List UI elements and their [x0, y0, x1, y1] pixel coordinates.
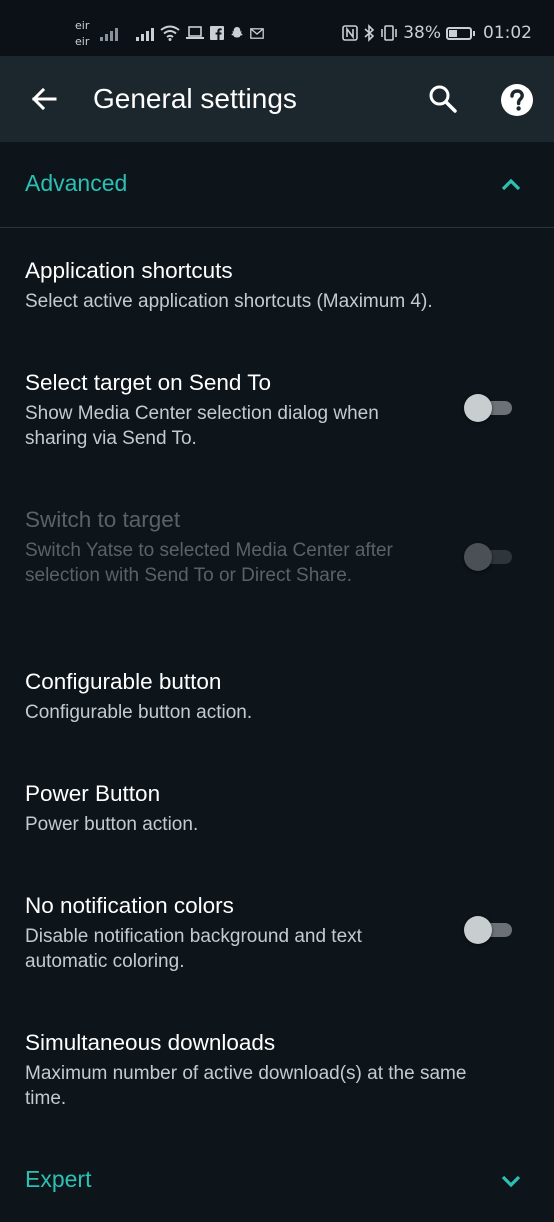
status-bar: eir eir 38% 01:02: [0, 0, 554, 56]
setting-summary: Disable notification background and text…: [25, 926, 362, 972]
battery-icon: [446, 26, 475, 40]
vibrate-icon: [381, 25, 398, 41]
setting-title: Power Button: [25, 781, 161, 806]
section-header-expert[interactable]: Expert: [0, 1138, 554, 1222]
setting-summary: Power button action.: [25, 814, 199, 835]
setting-summary: Select active application shortcuts (Max…: [25, 291, 433, 312]
notification-icons: [100, 23, 264, 43]
no-notification-colors-toggle[interactable]: [462, 914, 514, 946]
select-target-toggle[interactable]: [462, 392, 514, 424]
laptop-icon: [186, 26, 204, 39]
bluetooth-icon: [364, 24, 375, 42]
setting-title: Simultaneous downloads: [25, 1030, 276, 1055]
clock: 01:02: [483, 23, 532, 43]
signal-icon: [136, 25, 154, 41]
section-title-expert: Expert: [25, 1166, 92, 1192]
help-icon[interactable]: [500, 83, 534, 117]
section-divider: [0, 227, 554, 228]
section-title-advanced: Advanced: [25, 170, 128, 196]
carrier-labels: eir eir: [75, 18, 89, 50]
wifi-icon: [160, 25, 180, 41]
toggle-thumb: [464, 543, 492, 571]
facebook-icon: [210, 26, 224, 40]
back-arrow-icon[interactable]: [28, 83, 60, 115]
setting-title: No notification colors: [25, 893, 234, 918]
chevron-up-icon: [501, 178, 521, 191]
app-bar: General settings: [0, 56, 554, 142]
signal-icon: [100, 25, 118, 41]
setting-summary: Configurable button action.: [25, 702, 253, 723]
setting-title: Configurable button: [25, 669, 222, 694]
switch-to-target-toggle: [462, 541, 514, 573]
chevron-down-icon: [501, 1175, 521, 1188]
toggle-thumb: [464, 394, 492, 422]
setting-summary: Maximum number of active download(s) at …: [25, 1063, 467, 1109]
mail-icon: [250, 27, 264, 39]
page-title: General settings: [93, 83, 297, 114]
carrier-1-label: eir: [75, 19, 90, 32]
toggle-thumb: [464, 916, 492, 944]
setting-title: Application shortcuts: [25, 258, 233, 283]
setting-summary: Show Media Center selection dialog when …: [25, 403, 379, 449]
system-icons: 38% 01:02: [342, 22, 532, 44]
setting-title: Select target on Send To: [25, 370, 272, 395]
search-icon[interactable]: [427, 83, 459, 115]
setting-title: Switch to target: [25, 507, 181, 532]
snapchat-icon: [231, 27, 243, 38]
battery-percent: 38%: [403, 23, 441, 43]
section-header-advanced[interactable]: Advanced: [0, 142, 554, 226]
nfc-icon: [342, 25, 359, 41]
carrier-2-label: eir: [75, 35, 90, 48]
setting-summary: Switch Yatse to selected Media Center af…: [25, 540, 393, 586]
